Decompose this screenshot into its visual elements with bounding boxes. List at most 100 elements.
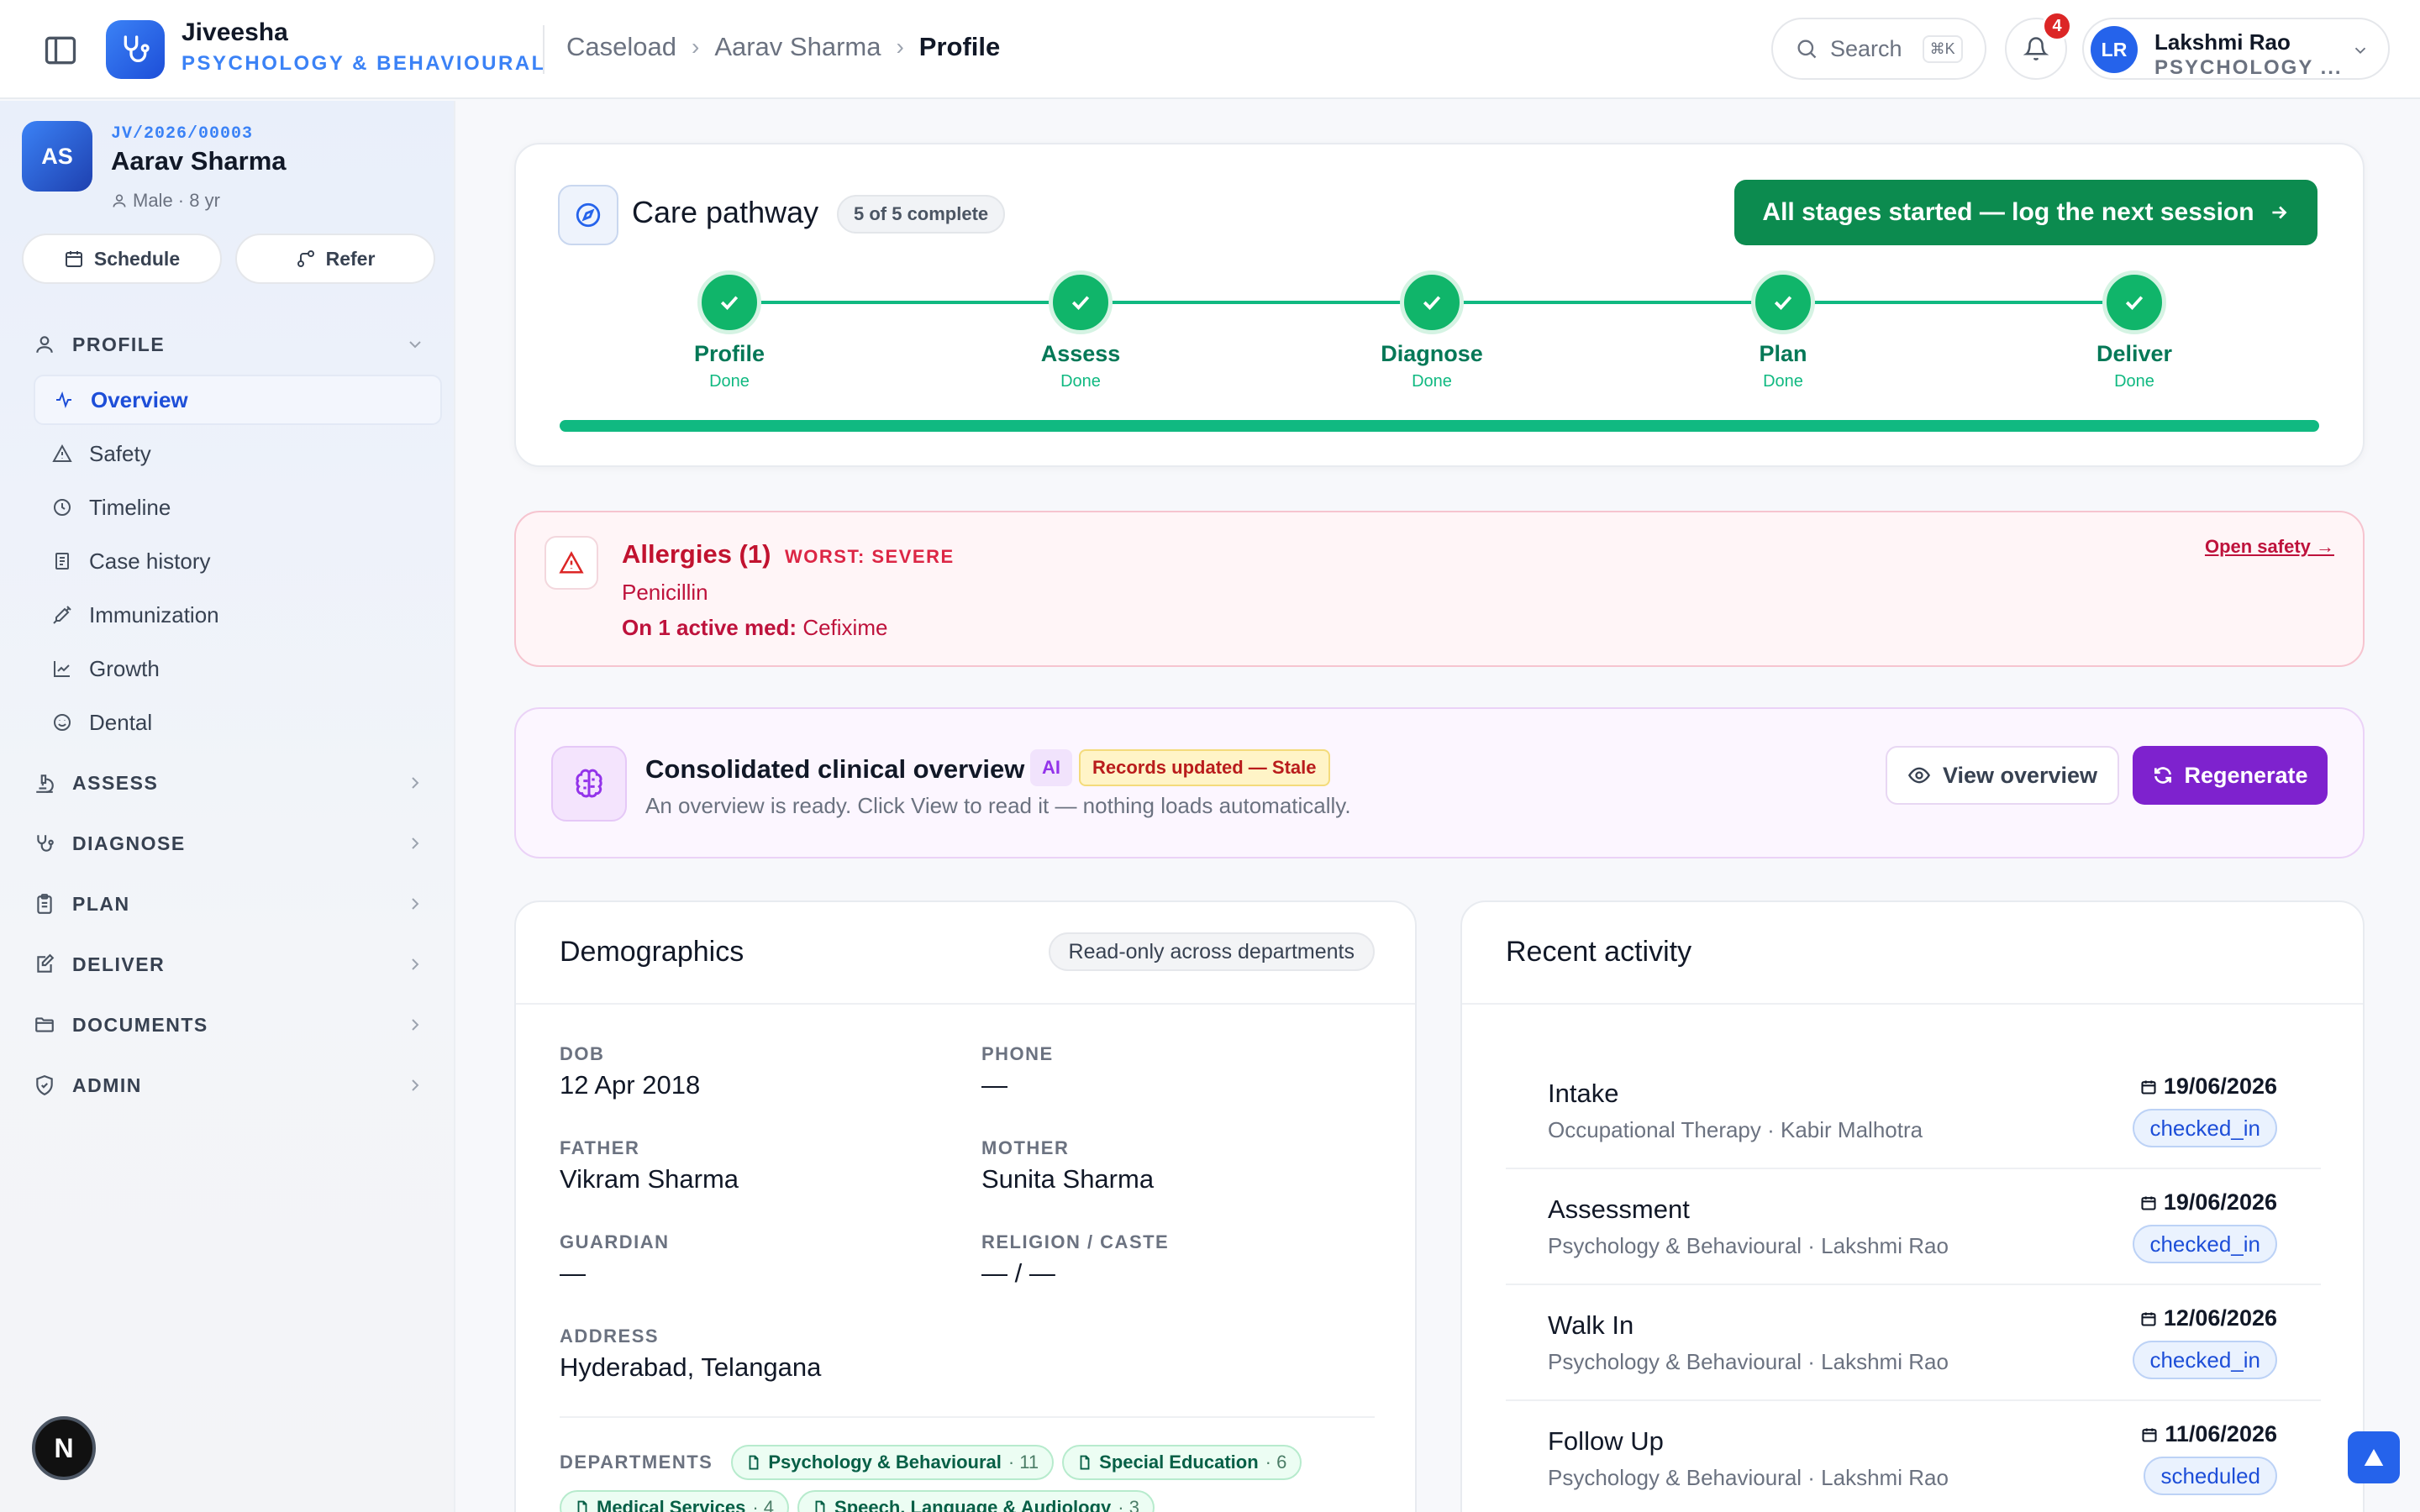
refresh-icon: [2152, 764, 2174, 786]
stale-badge: Records updated — Stale: [1079, 749, 1330, 786]
search-label: Search: [1830, 35, 1902, 61]
sidebar-item-immunization[interactable]: Immunization: [34, 590, 442, 640]
pathway-step-profile[interactable]: Profile Done: [645, 270, 813, 391]
nav-section-assess[interactable]: ASSESS: [34, 764, 425, 801]
department-count: · 4: [752, 1497, 775, 1512]
nav-section-diagnose[interactable]: DIAGNOSE: [34, 825, 425, 862]
check-icon: [697, 270, 761, 334]
department-chip[interactable]: Speech, Language & Audiology · 3: [797, 1490, 1155, 1512]
sidebar-item-timeline[interactable]: Timeline: [34, 482, 442, 533]
pathway-step-deliver[interactable]: Deliver Done: [2050, 270, 2218, 391]
activity-title: Follow Up: [1548, 1426, 1664, 1456]
sidebar-item-growth[interactable]: Growth: [34, 643, 442, 694]
departments-list: DEPARTMENTS Psychology & Behavioural · 1…: [560, 1445, 1383, 1512]
activity-date: 19/06/2026: [2140, 1074, 2277, 1100]
department-count: · 6: [1265, 1452, 1287, 1473]
scroll-to-top-button[interactable]: [2348, 1431, 2400, 1483]
calendar-icon: [2140, 1079, 2157, 1095]
chevron-right-icon: [405, 773, 425, 793]
chart-icon: [52, 659, 74, 679]
chevron-down-icon: [2351, 41, 2370, 60]
recent-activity-card: Recent activity Intake Occupational Ther…: [1460, 900, 2365, 1512]
sidebar-item-label: Safety: [89, 440, 151, 466]
nav-section-plan[interactable]: PLAN: [34, 885, 425, 922]
phone-value: —: [981, 1070, 1007, 1100]
sidebar-toggle-icon[interactable]: [42, 32, 79, 69]
user-icon: [34, 333, 59, 355]
activity-row[interactable]: Intake Occupational Therapy · Kabir Malh…: [1506, 1053, 2321, 1169]
department-name: Speech, Language & Audiology: [834, 1497, 1112, 1512]
sidebar-item-case-history[interactable]: Case history: [34, 536, 442, 586]
open-safety-link[interactable]: Open safety →: [2205, 536, 2334, 558]
ai-badge: AI: [1030, 749, 1072, 786]
breadcrumb-patient[interactable]: Aarav Sharma: [714, 32, 881, 62]
chevron-right-icon: ›: [691, 34, 700, 60]
pathway-step-diagnose[interactable]: Diagnose Done: [1348, 270, 1516, 391]
step-label: Diagnose: [1381, 341, 1483, 366]
care-pathway-progress-badge: 5 of 5 complete: [837, 195, 1006, 234]
eye-icon: [1907, 764, 1931, 787]
nav-section-label: DELIVER: [72, 953, 166, 975]
demographics-card: Demographics Read-only across department…: [514, 900, 1417, 1512]
patient-meta-text: Male · 8 yr: [133, 190, 220, 211]
sidebar-item-label: Case history: [89, 548, 211, 574]
recent-activity-title: Recent activity: [1506, 936, 1692, 968]
nav-section-deliver[interactable]: DELIVER: [34, 946, 425, 983]
sidebar-item-safety[interactable]: Safety: [34, 428, 442, 479]
search-button[interactable]: Search ⌘K: [1771, 18, 1986, 80]
nav-section-admin[interactable]: ADMIN: [34, 1067, 425, 1104]
department-chip[interactable]: Psychology & Behavioural · 11: [731, 1445, 1055, 1480]
calendar-icon: [2140, 1310, 2157, 1327]
document-icon: [575, 1500, 590, 1512]
warning-icon: [52, 444, 74, 464]
sidebar-item-dental[interactable]: Dental: [34, 697, 442, 748]
activity-row[interactable]: Walk In Psychology & Behavioural · Laksh…: [1506, 1285, 2321, 1401]
stethoscope-icon: [106, 20, 165, 79]
activity-date: 11/06/2026: [2141, 1421, 2277, 1447]
user-name: Lakshmi Rao: [2154, 29, 2291, 55]
nav-section-profile[interactable]: PROFILE: [34, 326, 425, 363]
patient-name: Aarav Sharma: [111, 146, 287, 176]
step-label: Assess: [1040, 341, 1121, 366]
calendar-icon: [64, 249, 84, 269]
chevron-right-icon: [405, 833, 425, 853]
activity-row[interactable]: Follow Up Psychology & Behavioural · Lak…: [1506, 1401, 2321, 1512]
patient-meta: Male · 8 yr: [111, 190, 220, 212]
log-next-session-button[interactable]: All stages started — log the next sessio…: [1734, 180, 2317, 245]
mother-label: MOTHER: [981, 1137, 1070, 1158]
activity-date: 12/06/2026: [2140, 1305, 2277, 1331]
refer-button[interactable]: Refer: [235, 234, 435, 284]
breadcrumb-caseload[interactable]: Caseload: [566, 32, 676, 62]
nav-section-documents[interactable]: DOCUMENTS: [34, 1006, 425, 1043]
guardian-label: GUARDIAN: [560, 1231, 670, 1252]
dev-tools-badge[interactable]: N: [32, 1416, 96, 1480]
status-badge: checked_in: [2133, 1225, 2277, 1263]
read-only-badge: Read-only across departments: [1048, 932, 1375, 971]
schedule-button[interactable]: Schedule: [22, 234, 222, 284]
activity-date-text: 19/06/2026: [2163, 1189, 2277, 1215]
department-name: Psychology & Behavioural: [768, 1452, 1002, 1473]
sidebar-item-overview[interactable]: Overview: [34, 375, 442, 425]
department-name: Medical Services: [597, 1497, 746, 1512]
arrow-right-icon: [2268, 202, 2290, 223]
step-status: Done: [709, 372, 750, 391]
view-overview-button[interactable]: View overview: [1886, 746, 2119, 805]
pathway-step-assess[interactable]: Assess Done: [997, 270, 1165, 391]
department-chip[interactable]: Medical Services · 4: [560, 1490, 790, 1512]
divider: [1462, 1003, 2363, 1005]
departments-label: DEPARTMENTS: [560, 1452, 713, 1473]
activity-row[interactable]: Assessment Psychology & Behavioural · La…: [1506, 1169, 2321, 1285]
header-divider: [543, 25, 544, 74]
regenerate-button[interactable]: Regenerate: [2133, 746, 2328, 805]
breadcrumb: Caseload › Aarav Sharma › Profile: [566, 32, 1000, 62]
step-status: Done: [1412, 372, 1452, 391]
activity-title: Walk In: [1548, 1310, 1634, 1340]
department-chip[interactable]: Special Education · 6: [1062, 1445, 1302, 1480]
step-status: Done: [1060, 372, 1101, 391]
user-menu[interactable]: LR Lakshmi Rao PSYCHOLOGY ...: [2082, 18, 2390, 80]
allergies-title: Allergies (1): [622, 539, 771, 569]
chevron-right-icon: [405, 894, 425, 914]
activity-subtitle: Psychology & Behavioural · Lakshmi Rao: [1548, 1465, 1949, 1490]
address-value: Hyderabad, Telangana: [560, 1352, 822, 1382]
pathway-step-plan[interactable]: Plan Done: [1699, 270, 1867, 391]
